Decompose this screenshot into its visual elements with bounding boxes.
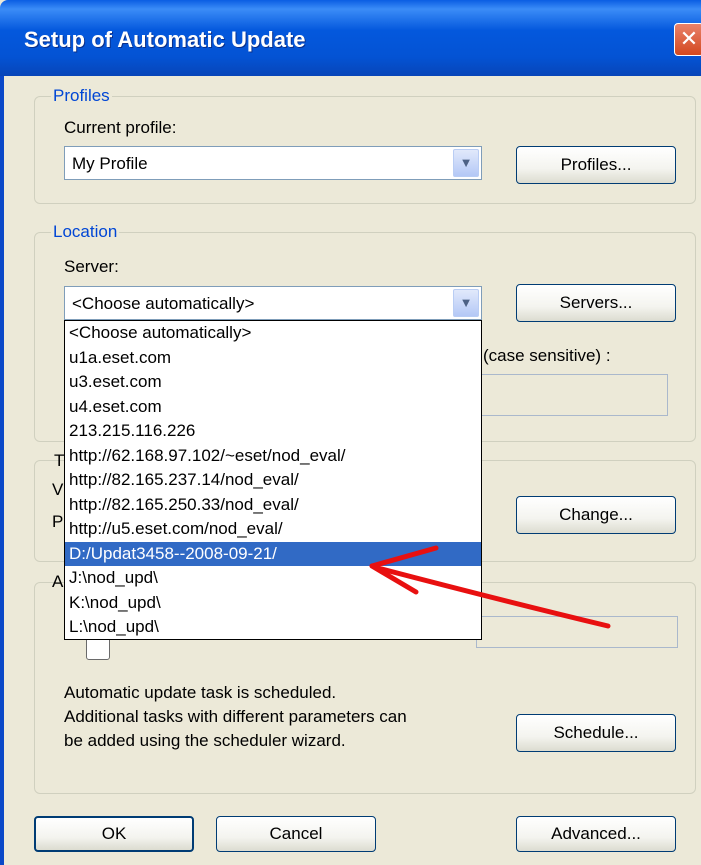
dropdown-item[interactable]: u4.eset.com: [65, 395, 481, 420]
change-button[interactable]: Change...: [516, 496, 676, 534]
dropdown-item[interactable]: J:\nod_upd\: [65, 566, 481, 591]
dropdown-item-selected[interactable]: D:/Updat3458--2008-09-21/: [65, 541, 481, 566]
chevron-down-icon[interactable]: ▼: [453, 289, 479, 317]
cancel-button[interactable]: Cancel: [216, 816, 376, 852]
server-value: <Choose automatically>: [72, 294, 255, 313]
schedule-legend-partial: A: [52, 572, 64, 591]
dropdown-item[interactable]: http://u5.eset.com/nod_eval/: [65, 517, 481, 542]
password-field[interactable]: [470, 374, 668, 416]
close-icon: ✕: [679, 26, 699, 51]
profiles-legend: Profiles: [53, 86, 110, 105]
close-button[interactable]: ✕: [674, 23, 701, 56]
window-title: Setup of Automatic Update: [24, 27, 306, 52]
dropdown-item[interactable]: K:\nod_upd\: [65, 591, 481, 616]
current-profile-value: My Profile: [72, 154, 148, 173]
connection-legend-partial: T: [54, 451, 65, 470]
dropdown-item[interactable]: <Choose automatically>: [65, 321, 481, 346]
dropdown-item[interactable]: u1a.eset.com: [65, 346, 481, 371]
server-label: Server:: [64, 257, 119, 276]
profiles-group: Profiles: [34, 86, 696, 204]
proxy-label-partial: P: [52, 512, 64, 531]
profiles-button[interactable]: Profiles...: [516, 146, 676, 184]
server-combo[interactable]: <Choose automatically> ▼: [64, 286, 482, 320]
connection-label-partial: V: [52, 480, 64, 499]
window-frame-left: [0, 76, 4, 865]
schedule-field: [476, 616, 678, 648]
dropdown-item[interactable]: u3.eset.com: [65, 370, 481, 395]
dropdown-item[interactable]: L:\nod_upd\: [65, 615, 481, 640]
chevron-down-icon[interactable]: ▼: [453, 149, 479, 177]
dropdown-item[interactable]: http://82.165.250.33/nod_eval/: [65, 493, 481, 518]
servers-button[interactable]: Servers...: [516, 284, 676, 322]
case-sensitive-label: (case sensitive) :: [483, 346, 611, 365]
advanced-button[interactable]: Advanced...: [516, 816, 676, 852]
schedule-text-line1: Automatic update task is scheduled.: [64, 683, 337, 702]
ok-button[interactable]: OK: [34, 816, 194, 852]
dropdown-item[interactable]: http://62.168.97.102/~eset/nod_eval/: [65, 444, 481, 469]
dropdown-item[interactable]: http://82.165.237.14/nod_eval/: [65, 468, 481, 493]
schedule-button[interactable]: Schedule...: [516, 714, 676, 752]
current-profile-label: Current profile:: [64, 118, 177, 137]
location-legend: Location: [53, 222, 118, 241]
current-profile-combo[interactable]: My Profile ▼: [64, 146, 482, 180]
schedule-text-line3: be added using the scheduler wizard.: [64, 731, 346, 750]
title-bar: Setup of Automatic Update ✕: [0, 0, 701, 76]
server-dropdown-list[interactable]: <Choose automatically> u1a.eset.com u3.e…: [64, 320, 482, 640]
schedule-text-line2: Additional tasks with different paramete…: [64, 707, 407, 726]
dropdown-item[interactable]: 213.215.116.226: [65, 419, 481, 444]
